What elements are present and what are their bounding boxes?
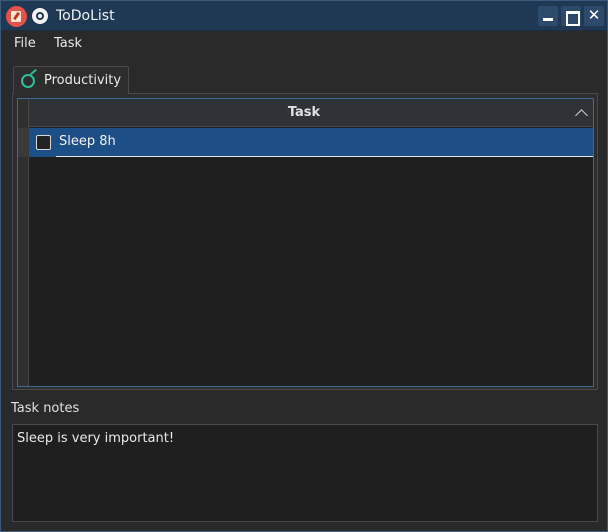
- task-row[interactable]: Sleep 8h: [29, 128, 593, 157]
- gutter-row-marker: [18, 128, 29, 157]
- app-window: ToDoList ✕ File Task Productivity Task S…: [0, 0, 608, 532]
- task-tree[interactable]: Task Sleep 8h: [17, 98, 594, 387]
- menu-file[interactable]: File: [14, 36, 36, 51]
- maximize-button[interactable]: [561, 6, 581, 26]
- sort-ascending-icon[interactable]: [576, 107, 586, 117]
- column-header-task[interactable]: Task: [29, 99, 593, 127]
- edit-underline: [56, 156, 593, 157]
- tab-label: Productivity: [44, 73, 122, 88]
- tab-productivity[interactable]: Productivity: [13, 66, 129, 94]
- close-button[interactable]: ✕: [584, 6, 604, 26]
- task-label[interactable]: Sleep 8h: [59, 134, 116, 149]
- title-bar[interactable]: ToDoList ✕: [1, 1, 607, 31]
- column-header-label: Task: [287, 105, 321, 120]
- todo-app-icon[interactable]: [6, 6, 27, 27]
- menu-task[interactable]: Task: [54, 36, 82, 51]
- task-checkbox[interactable]: [36, 135, 51, 150]
- stopwatch-icon: [21, 74, 35, 88]
- minimize-button[interactable]: [538, 6, 558, 26]
- pin-icon[interactable]: [32, 8, 48, 24]
- menu-bar: File Task: [1, 32, 607, 57]
- task-notes-field[interactable]: Sleep is very important!: [12, 424, 598, 522]
- window-title: ToDoList: [56, 8, 115, 24]
- task-notes-label: Task notes: [11, 401, 80, 416]
